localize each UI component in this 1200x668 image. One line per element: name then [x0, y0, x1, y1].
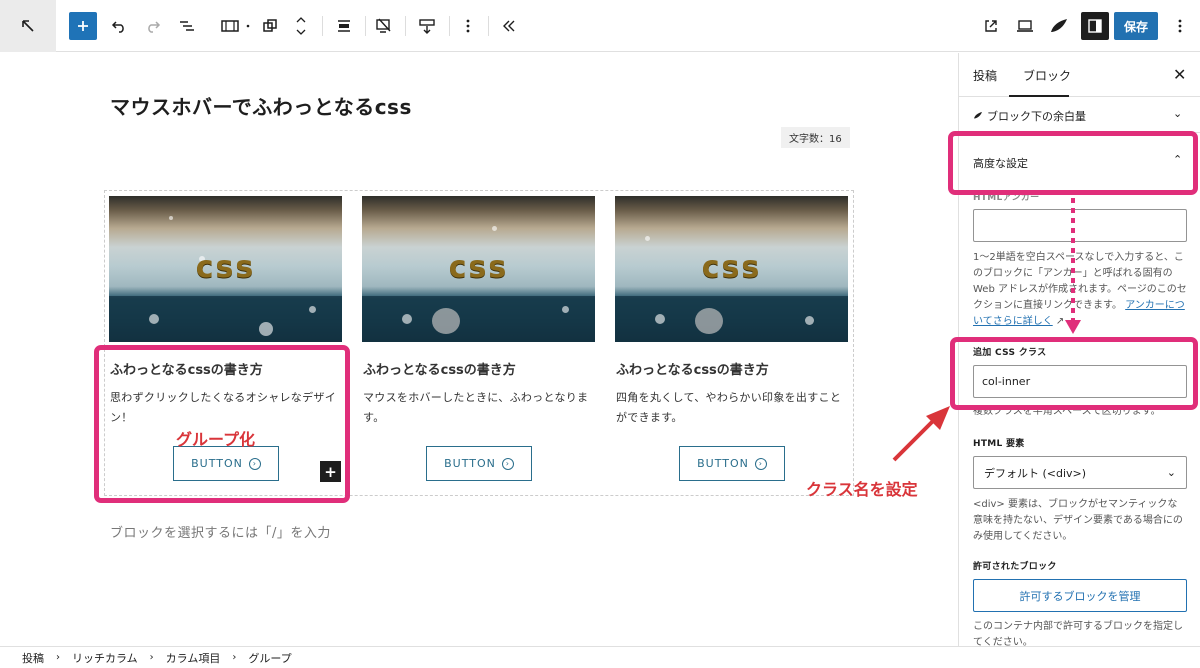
back-arrow-icon[interactable]	[0, 0, 56, 52]
pointer-arrow-icon	[892, 406, 950, 462]
breadcrumb-item[interactable]: リッチカラム	[72, 650, 138, 666]
group-icon[interactable]	[258, 11, 282, 41]
chevron-right-icon: ›	[232, 652, 237, 663]
toolbar-divider	[449, 16, 450, 36]
column-image: css	[109, 196, 342, 342]
external-preview-icon[interactable]	[980, 11, 1002, 41]
manage-blocks-button[interactable]: 許可するブロックを管理	[973, 579, 1187, 612]
char-count-badge: 文字数：16	[781, 127, 850, 148]
chevron-right-icon: ›	[56, 652, 60, 663]
spacing-panel[interactable]: ブロック下の余白量 ⌄	[959, 97, 1200, 133]
undo-icon[interactable]	[108, 11, 130, 41]
column-button[interactable]: BUTTON ›	[679, 446, 785, 481]
editor-toolbar: 保存	[0, 0, 1200, 52]
save-button[interactable]: 保存	[1114, 12, 1158, 40]
redo-icon[interactable]	[142, 11, 164, 41]
toolbar-divider	[405, 16, 406, 36]
block-placeholder[interactable]: ブロックを選択するには「/」を入力	[110, 522, 331, 541]
column-description[interactable]: 四角を丸くして、やわらかい印象を出すことができます。	[616, 388, 846, 428]
allowed-blocks-label: 許可されたブロック	[973, 562, 1057, 572]
tab-block[interactable]: ブロック	[1023, 67, 1071, 84]
chevron-right-icon: ›	[149, 652, 154, 663]
post-title[interactable]: マウスホバーでふわっとなるcss	[110, 91, 412, 120]
breadcrumb-item[interactable]: 投稿	[22, 650, 44, 666]
column-title[interactable]: ふわっとなるcssの書き方	[616, 359, 769, 378]
settings-sidebar-toggle[interactable]	[1081, 12, 1109, 40]
dotted-arrow-icon	[1065, 198, 1081, 334]
column-image: css	[615, 196, 848, 342]
block-type-icon[interactable]	[217, 11, 243, 41]
dot-icon	[244, 11, 252, 41]
css-class-highlight-box	[950, 337, 1198, 410]
toolbar-divider	[488, 16, 489, 36]
arrow-right-circle-icon: ›	[754, 457, 767, 470]
html-element-help: <div> 要素は、ブロックがセマンティックな意味を持たない、デザイン要素である…	[973, 499, 1183, 542]
close-icon[interactable]: ✕	[1173, 65, 1186, 84]
move-up-down-icon[interactable]	[292, 11, 310, 41]
html-element-label: HTML 要素	[973, 439, 1025, 449]
column-image: css	[362, 196, 595, 342]
html-element-select[interactable]: デフォルト (<div>) ⌄	[973, 456, 1187, 489]
device-preview-icon[interactable]	[372, 11, 396, 41]
chevron-down-icon: ⌄	[1173, 107, 1183, 120]
group-highlight-box	[94, 345, 350, 503]
breadcrumb-item[interactable]: グループ	[248, 650, 291, 666]
align-icon[interactable]	[332, 11, 356, 41]
chevron-down-icon: ⌄	[1166, 466, 1176, 479]
arrow-right-circle-icon: ›	[501, 457, 514, 470]
more-options-icon[interactable]	[458, 11, 478, 41]
column-item[interactable]: css ふわっとなるcssの書き方 四角を丸くして、やわらかい印象を出すことがで…	[615, 196, 848, 492]
tab-post[interactable]: 投稿	[973, 67, 997, 84]
block-breadcrumb: 投稿 › リッチカラム › カラム項目 › グループ	[0, 646, 1200, 668]
leaf-icon	[973, 109, 983, 123]
theme-leaf-icon[interactable]	[1047, 11, 1071, 41]
spacing-icon[interactable]	[414, 11, 440, 41]
class-annotation: クラス名を設定	[806, 480, 918, 499]
column-button[interactable]: BUTTON ›	[426, 446, 532, 481]
group-annotation: グループ化	[176, 430, 256, 449]
desktop-preview-icon[interactable]	[1014, 11, 1036, 41]
collapse-toolbar-icon[interactable]	[498, 11, 520, 41]
toolbar-divider	[322, 16, 323, 36]
options-icon[interactable]	[1170, 11, 1190, 41]
column-item[interactable]: css ふわっとなるcssの書き方 マウスをホバーしたときに、ふわっとなります。…	[362, 196, 595, 492]
advanced-highlight-box	[948, 131, 1198, 195]
sidebar-tabs: 投稿 ブロック ✕	[959, 53, 1200, 97]
column-title[interactable]: ふわっとなるcssの書き方	[363, 359, 516, 378]
list-view-icon[interactable]	[176, 11, 198, 41]
column-description[interactable]: マウスをホバーしたときに、ふわっとなります。	[363, 388, 593, 428]
breadcrumb-item[interactable]: カラム項目	[166, 650, 221, 666]
toolbar-divider	[365, 16, 366, 36]
add-block-button[interactable]	[69, 12, 97, 40]
